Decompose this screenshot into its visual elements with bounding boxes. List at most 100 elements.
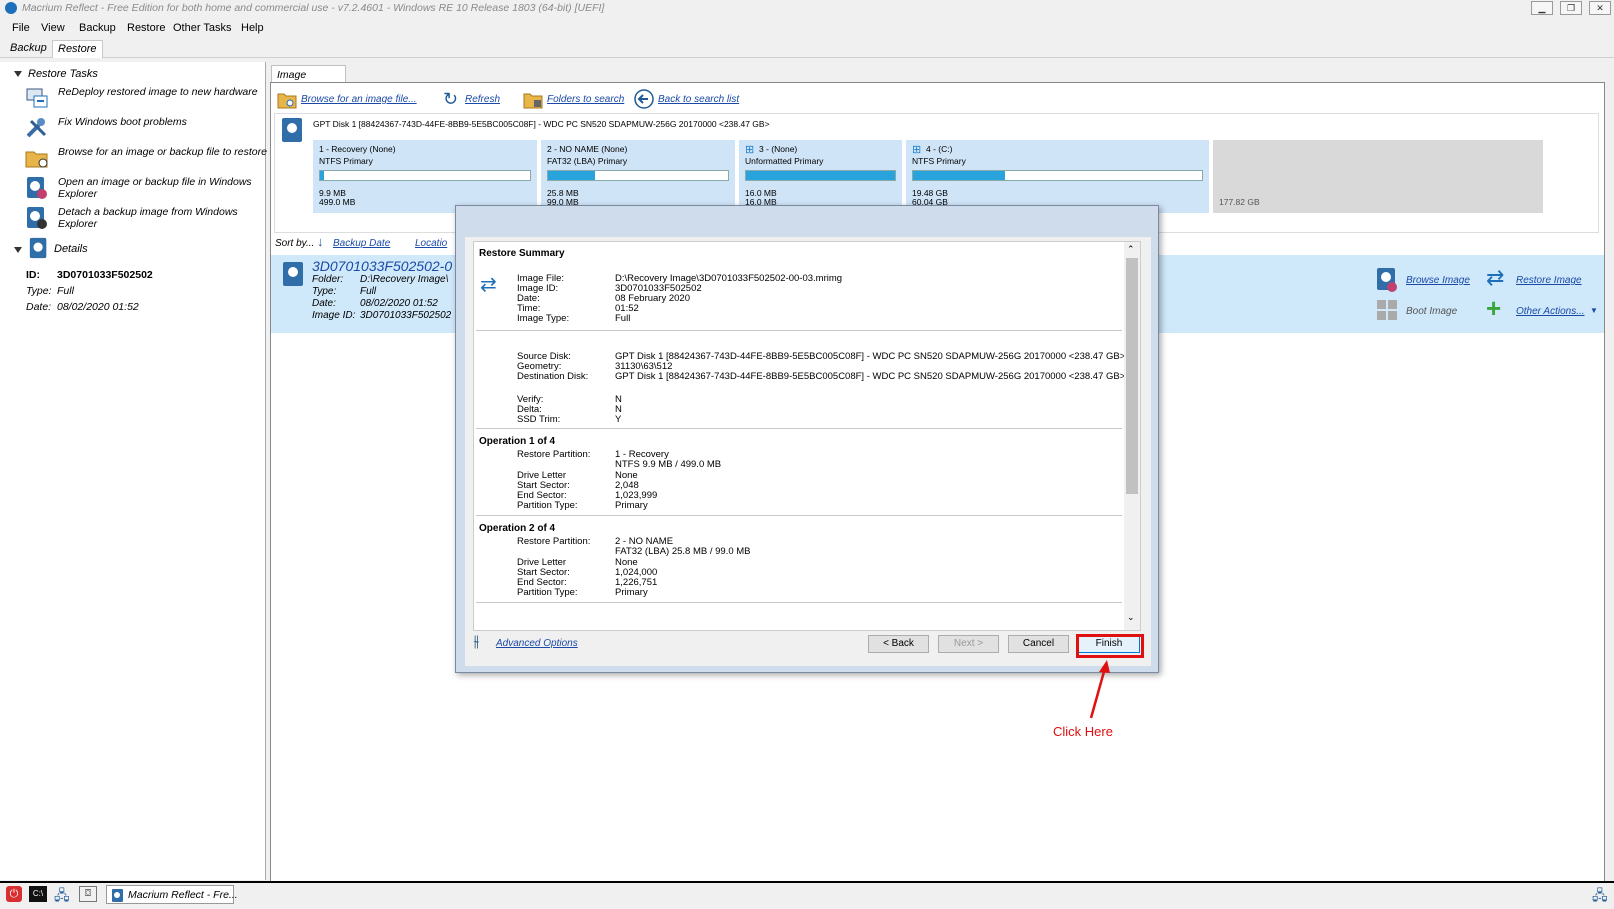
back-to-search-list-link[interactable]: Back to search list — [634, 89, 749, 109]
back-button[interactable]: < Back — [868, 635, 929, 653]
refresh-link[interactable]: ↻ Refresh — [443, 89, 513, 109]
browse-image-file-link[interactable]: Browse for an image file... — [277, 91, 437, 109]
back-arrow-icon — [634, 89, 654, 109]
tools-icon — [26, 118, 47, 138]
disk-icon — [282, 118, 302, 142]
task-detach-image[interactable]: Detach a backup image from Windows Explo… — [25, 204, 260, 232]
advanced-options-link[interactable]: ⫳ Advanced Options — [473, 633, 603, 655]
macrium-app-icon — [112, 889, 123, 902]
menu-bar: File View Backup Restore Other Tasks Hel… — [0, 19, 1614, 37]
folder-value: D:\Recovery Image\ — [360, 274, 449, 285]
collapse-arrow-icon[interactable] — [14, 247, 22, 253]
sort-backup-date-link[interactable]: Backup Date — [333, 238, 390, 249]
partition-4[interactable]: ⊞ 4 - (C:) NTFS Primary 19.48 GB 60.04 G… — [906, 140, 1209, 213]
menu-view[interactable]: View — [41, 22, 65, 34]
imageid-value: 3D0701033F502502 — [360, 310, 452, 321]
date-value: 08/02/2020 01:52 — [360, 298, 438, 309]
destination-disk-label: Destination Disk: — [517, 371, 589, 382]
menu-other-tasks[interactable]: Other Tasks — [173, 22, 232, 34]
windows-icon: ⊞ — [912, 144, 922, 156]
restore-partition-label: Restore Partition: — [517, 449, 591, 460]
maximize-button[interactable]: ❐ — [1560, 1, 1582, 15]
imageid-label: Image ID: — [312, 310, 356, 321]
partition-3[interactable]: ⊞ 3 - (None) Unformatted Primary 16.0 MB… — [739, 140, 902, 213]
boot-image-action[interactable]: Boot Image — [1376, 299, 1476, 323]
task-label: Fix Windows boot problems — [58, 116, 187, 128]
sort-location-link[interactable]: Locatio — [415, 238, 447, 249]
collapse-arrow-icon[interactable] — [14, 71, 22, 77]
dialog-body: Restore Summary ⇄ Image File: D:\Recover… — [465, 237, 1151, 666]
command-prompt-icon[interactable]: C:\ — [29, 886, 47, 902]
folder-search-icon — [25, 151, 48, 168]
windows-logo-icon — [1377, 300, 1397, 320]
tab-image-restore[interactable]: Image Restore — [271, 65, 346, 93]
tab-backup[interactable]: Backup — [5, 40, 52, 58]
task-browse-image[interactable]: Browse for an image or backup file to re… — [25, 144, 267, 172]
image-type-label: Image Type: — [517, 313, 570, 324]
scroll-up-icon[interactable]: ⌃ — [1127, 244, 1135, 255]
network-icon[interactable]: 🖧 — [54, 885, 70, 909]
sliders-icon: ⫳ — [473, 633, 480, 650]
summary-pane: Restore Summary ⇄ Image File: D:\Recover… — [473, 241, 1141, 631]
detail-type-label: Type: — [26, 285, 52, 297]
partition-1[interactable]: 1 - Recovery (None) NTFS Primary 9.9 MB … — [313, 140, 537, 213]
menu-help[interactable]: Help — [241, 22, 264, 34]
browse-image-icon — [1377, 268, 1397, 292]
folders-to-search-link[interactable]: Folders to search — [523, 91, 628, 109]
task-fix-boot[interactable]: Fix Windows boot problems — [25, 114, 260, 142]
taskbar: ⏻ C:\ 🖧 ⌼ Macrium Reflect - Fre... 🖧 — [0, 881, 1614, 905]
sort-label: Sort by... — [275, 238, 315, 249]
power-icon[interactable]: ⏻ — [6, 886, 22, 902]
usage-bar — [745, 170, 896, 181]
minimize-button[interactable]: ▁ — [1531, 1, 1553, 15]
left-panel: Restore Tasks ReDeploy restored image to… — [0, 62, 267, 880]
unallocated-space[interactable]: 177.82 GB — [1213, 140, 1543, 213]
folder-search-icon — [277, 93, 297, 109]
menu-backup[interactable]: Backup — [79, 22, 116, 34]
tray-network-icon[interactable]: 🖧 — [1592, 885, 1608, 909]
partition-type-value: Primary — [615, 587, 648, 598]
details-header: Details — [54, 243, 88, 255]
scrollbar-thumb[interactable] — [1126, 258, 1138, 494]
detail-date-value: 08/02/2020 01:52 — [57, 301, 139, 313]
operation-2-title: Operation 2 of 4 — [479, 523, 556, 534]
title-bar: Macrium Reflect - Free Edition for both … — [0, 0, 1614, 17]
summary-scrollbar[interactable]: ⌃ ⌄ — [1124, 242, 1140, 630]
screenshot-icon[interactable]: ⌼ — [79, 886, 97, 902]
partition-type-label: Partition Type: — [517, 500, 578, 511]
close-button[interactable]: ✕ — [1589, 1, 1611, 15]
taskbar-macrium-button[interactable]: Macrium Reflect - Fre... — [106, 885, 238, 904]
detail-id-value: 3D0701033F502502 — [57, 269, 153, 281]
folder-label: Folder: — [312, 274, 344, 285]
task-open-explorer[interactable]: Open an image or backup file in Windows … — [25, 174, 260, 202]
partition-2[interactable]: 2 - NO NAME (None) FAT32 (LBA) Primary 2… — [541, 140, 735, 213]
task-label: Open an image or backup file in Windows … — [58, 176, 252, 200]
operation-1-title: Operation 1 of 4 — [479, 436, 556, 447]
backup-id-title: 3D0701033F502502-0 — [312, 258, 453, 274]
browse-image-action[interactable]: Browse Image — [1376, 267, 1476, 292]
task-redeploy[interactable]: ReDeploy restored image to new hardware — [25, 84, 260, 112]
restore-image-action[interactable]: ⇄ Restore Image — [1486, 265, 1586, 291]
main-tab-bar: Backup Restore — [0, 38, 1614, 58]
tab-restore[interactable]: Restore — [52, 40, 103, 58]
refresh-icon: ↻ — [443, 89, 459, 109]
menu-restore[interactable]: Restore — [127, 22, 166, 34]
other-actions-dropdown[interactable]: + Other Actions... ▼ — [1486, 293, 1601, 323]
type-label: Type: — [312, 286, 337, 297]
cancel-button[interactable]: Cancel — [1008, 635, 1069, 653]
restore-arrows-icon: ⇄ — [480, 274, 497, 296]
usage-bar — [319, 170, 531, 181]
ssd-trim-value: Y — [615, 414, 622, 425]
divider — [476, 428, 1122, 429]
image-type-value: Full — [615, 313, 631, 324]
sort-down-arrow-icon: ↓ — [317, 234, 324, 249]
detail-date-label: Date: — [26, 301, 52, 313]
image-file-icon — [27, 177, 47, 199]
partition-type-value: Primary — [615, 500, 648, 511]
finish-highlight-box — [1076, 634, 1144, 658]
next-button[interactable]: Next > — [938, 635, 999, 653]
scroll-down-icon[interactable]: ⌄ — [1127, 612, 1135, 623]
click-here-annotation: Click Here — [1053, 724, 1113, 739]
menu-file[interactable]: File — [12, 22, 30, 34]
restore-partition-label: Restore Partition: — [517, 536, 591, 547]
